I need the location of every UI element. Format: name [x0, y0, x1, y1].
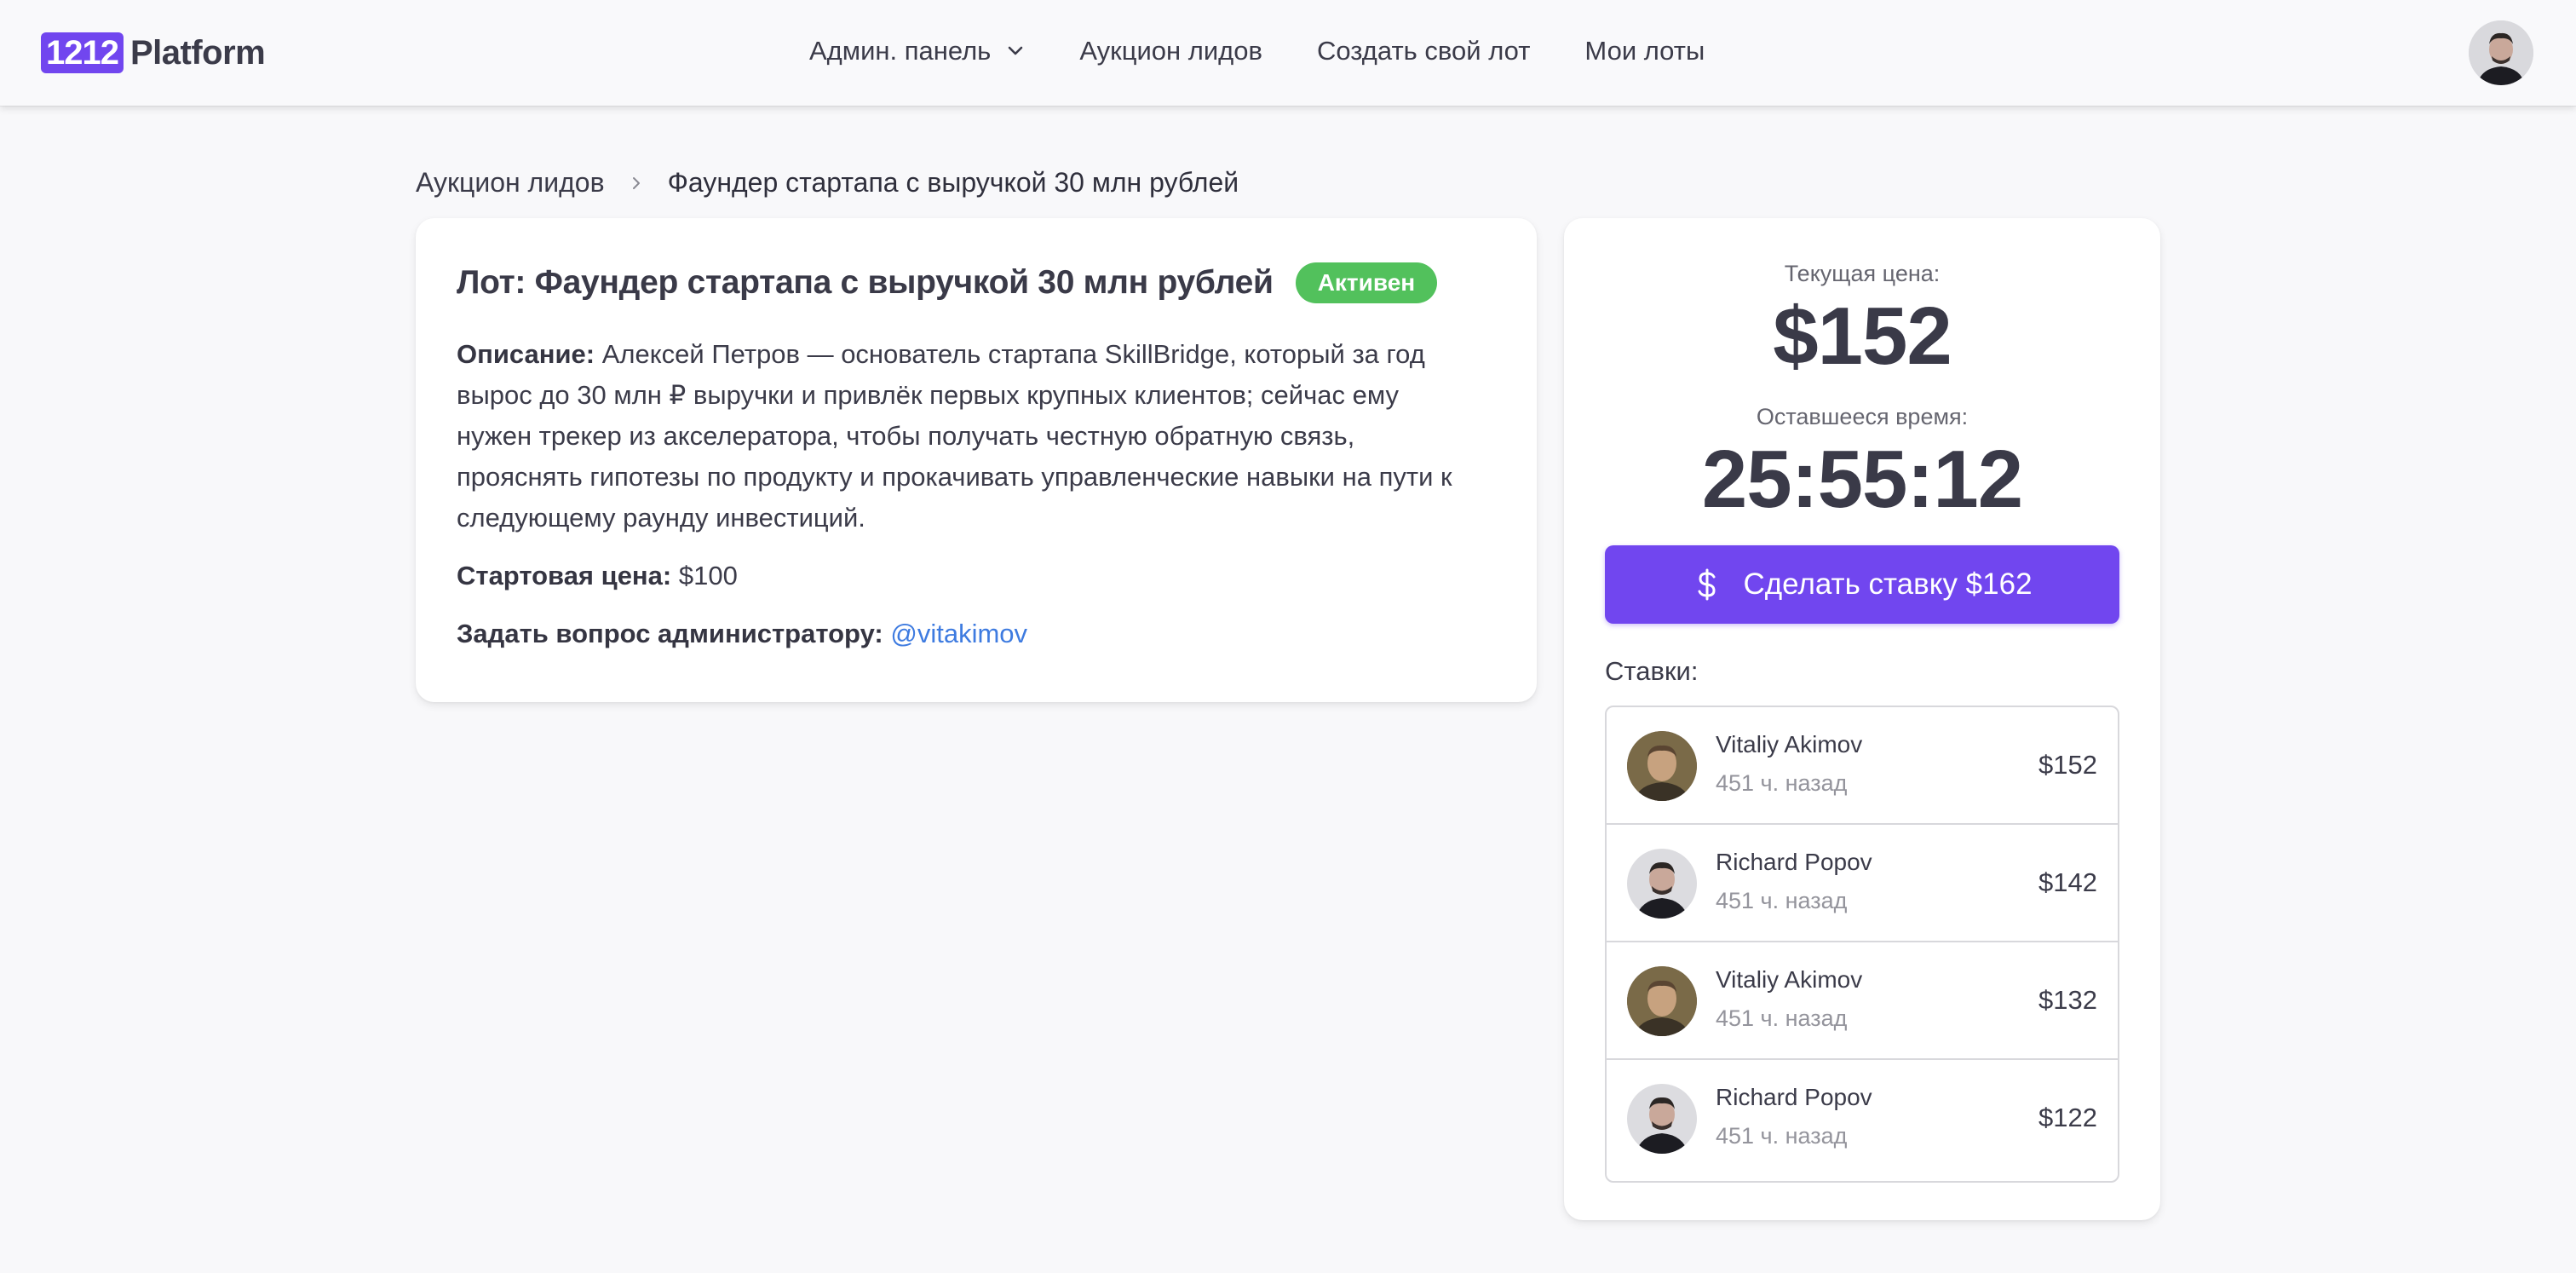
current-price-label: Текущая цена:	[1784, 261, 1941, 286]
bids-heading: Ставки:	[1605, 656, 1699, 686]
bid-amount: $122	[2038, 1103, 2097, 1132]
bid-row: Richard Popov 451 ч. назад $122	[1607, 1060, 2118, 1178]
bidder-name: Vitaliy Akimov	[1716, 966, 1863, 993]
place-bid-button[interactable]: Сделать ставку $162	[1605, 545, 2119, 624]
user-avatar-icon	[2469, 20, 2533, 85]
chevron-down-icon	[1006, 42, 1025, 60]
nav-item-label: Админ. панель	[809, 36, 992, 66]
nav-item-admin-panel[interactable]: Админ. панель	[809, 36, 1025, 66]
bidder-avatar	[1627, 1084, 1697, 1154]
bid-time: 451 ч. назад	[1716, 1123, 1848, 1149]
nav-item-label: Аукцион лидов	[1079, 36, 1262, 66]
bidder-name: Richard Popov	[1716, 1084, 1872, 1110]
top-navbar: 1212 Platform Админ. панель Аукцион лидо…	[0, 0, 2576, 106]
lot-description: Описание: Алексей Петров — основатель ст…	[457, 334, 1479, 539]
admin-contact-link[interactable]: @vitakimov	[890, 619, 1027, 648]
ask-admin-row: Задать вопрос администратору: @vitakimov	[457, 613, 1496, 654]
status-badge: Активен	[1295, 262, 1438, 303]
main-nav: Админ. панель Аукцион лидов Создать свой…	[809, 36, 1705, 66]
bidder-name: Vitaliy Akimov	[1716, 731, 1863, 757]
bid-time: 451 ч. назад	[1716, 888, 1848, 913]
lot-details-card: Лот: Фаундер стартапа с выручкой 30 млн …	[416, 218, 1537, 702]
brand-logo-box: 1212	[41, 32, 124, 73]
nav-item-label: Создать свой лот	[1316, 36, 1531, 66]
bid-amount: $152	[2038, 750, 2097, 780]
description-label: Описание:	[457, 339, 595, 369]
user-avatar[interactable]	[2469, 20, 2533, 85]
description-text: Алексей Петров — основатель стартапа Ski…	[457, 339, 1452, 533]
start-price-value: $100	[678, 561, 738, 590]
time-left-value: 25:55:12	[1701, 434, 2023, 525]
bidder-avatar	[1627, 731, 1697, 801]
bid-amount: $142	[2038, 867, 2097, 897]
bids-list: Vitaliy Akimov 451 ч. назад $152 Richard…	[1605, 706, 2119, 1183]
bidder-avatar	[1627, 849, 1697, 919]
bid-row: Vitaliy Akimov 451 ч. назад $152	[1607, 707, 2118, 825]
dollar-icon	[1692, 567, 1722, 602]
bid-row: Richard Popov 451 ч. назад $142	[1607, 825, 2118, 942]
nav-item-lead-auction[interactable]: Аукцион лидов	[1079, 36, 1262, 66]
place-bid-label: Сделать ставку $162	[1743, 567, 2033, 601]
nav-item-label: Мои лоты	[1584, 36, 1705, 66]
lot-title-row: Лот: Фаундер стартапа с выручкой 30 млн …	[457, 262, 1496, 303]
brand-logo-text: Platform	[129, 33, 266, 72]
brand-logo[interactable]: 1212 Platform	[41, 32, 266, 73]
bid-time: 451 ч. назад	[1716, 1005, 1848, 1031]
bid-row: Vitaliy Akimov 451 ч. назад $132	[1607, 942, 2118, 1060]
nav-item-create-lot[interactable]: Создать свой лот	[1317, 36, 1530, 66]
ask-admin-label: Задать вопрос администратору:	[457, 619, 883, 648]
bidder-name: Richard Popov	[1716, 849, 1872, 875]
bidding-panel: Текущая цена: $152 Оставшееся время: 25:…	[1564, 218, 2160, 1220]
chevron-right-icon	[629, 176, 644, 191]
bidder-avatar	[1627, 966, 1697, 1036]
breadcrumb-current: Фаундер стартапа с выручкой 30 млн рубле…	[667, 167, 1239, 198]
bid-amount: $132	[2038, 985, 2097, 1015]
bid-time: 451 ч. назад	[1716, 770, 1848, 796]
start-price-label: Стартовая цена:	[457, 561, 672, 590]
current-price-value: $152	[1773, 291, 1952, 382]
nav-item-my-lots[interactable]: Мои лоты	[1584, 36, 1705, 66]
breadcrumb: Аукцион лидов Фаундер стартапа с выручко…	[416, 167, 1239, 199]
start-price-row: Стартовая цена: $100	[457, 556, 1496, 596]
time-left-label: Оставшееся время:	[1756, 404, 1969, 429]
lot-title: Лот: Фаундер стартапа с выручкой 30 млн …	[457, 264, 1274, 301]
breadcrumb-root-link[interactable]: Аукцион лидов	[416, 167, 605, 199]
